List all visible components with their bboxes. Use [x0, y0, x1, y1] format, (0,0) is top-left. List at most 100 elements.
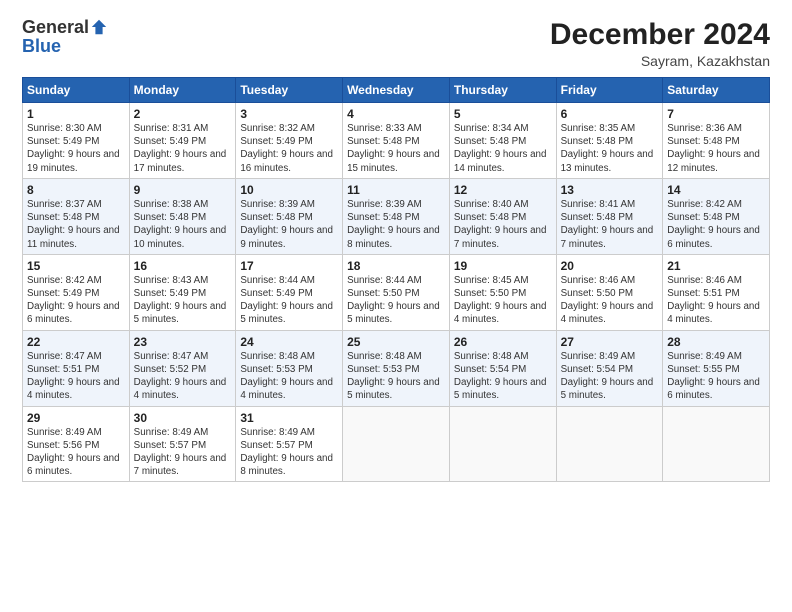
calendar-cell: 10Sunrise: 8:39 AMSunset: 5:48 PMDayligh…: [236, 178, 343, 254]
logo: General Blue: [22, 18, 108, 57]
calendar-cell: 15Sunrise: 8:42 AMSunset: 5:49 PMDayligh…: [23, 254, 130, 330]
day-info: Sunrise: 8:46 AMSunset: 5:50 PMDaylight:…: [561, 274, 659, 327]
day-number: 7: [667, 107, 765, 121]
calendar-week-row: 1Sunrise: 8:30 AMSunset: 5:49 PMDaylight…: [23, 103, 770, 179]
calendar-cell: 19Sunrise: 8:45 AMSunset: 5:50 PMDayligh…: [449, 254, 556, 330]
main-title: December 2024: [550, 18, 770, 51]
day-info: Sunrise: 8:36 AMSunset: 5:48 PMDaylight:…: [667, 122, 765, 175]
day-number: 11: [347, 183, 445, 197]
calendar-cell: 20Sunrise: 8:46 AMSunset: 5:50 PMDayligh…: [556, 254, 663, 330]
calendar-cell: 1Sunrise: 8:30 AMSunset: 5:49 PMDaylight…: [23, 103, 130, 179]
day-info: Sunrise: 8:39 AMSunset: 5:48 PMDaylight:…: [240, 198, 338, 251]
subtitle: Sayram, Kazakhstan: [550, 53, 770, 69]
calendar: SundayMondayTuesdayWednesdayThursdayFrid…: [22, 77, 770, 482]
day-info: Sunrise: 8:33 AMSunset: 5:48 PMDaylight:…: [347, 122, 445, 175]
calendar-cell: [449, 406, 556, 482]
day-number: 10: [240, 183, 338, 197]
day-info: Sunrise: 8:41 AMSunset: 5:48 PMDaylight:…: [561, 198, 659, 251]
calendar-day-header: Monday: [129, 78, 236, 103]
day-number: 31: [240, 411, 338, 425]
calendar-body: 1Sunrise: 8:30 AMSunset: 5:49 PMDaylight…: [23, 103, 770, 482]
day-number: 25: [347, 335, 445, 349]
day-info: Sunrise: 8:43 AMSunset: 5:49 PMDaylight:…: [134, 274, 232, 327]
calendar-cell: 11Sunrise: 8:39 AMSunset: 5:48 PMDayligh…: [343, 178, 450, 254]
calendar-cell: 3Sunrise: 8:32 AMSunset: 5:49 PMDaylight…: [236, 103, 343, 179]
calendar-cell: 17Sunrise: 8:44 AMSunset: 5:49 PMDayligh…: [236, 254, 343, 330]
day-info: Sunrise: 8:47 AMSunset: 5:52 PMDaylight:…: [134, 350, 232, 403]
day-info: Sunrise: 8:38 AMSunset: 5:48 PMDaylight:…: [134, 198, 232, 251]
day-info: Sunrise: 8:45 AMSunset: 5:50 PMDaylight:…: [454, 274, 552, 327]
day-info: Sunrise: 8:47 AMSunset: 5:51 PMDaylight:…: [27, 350, 125, 403]
logo-blue-text: Blue: [22, 36, 61, 57]
day-number: 14: [667, 183, 765, 197]
day-number: 9: [134, 183, 232, 197]
page: General Blue December 2024 Sayram, Kazak…: [0, 0, 792, 612]
calendar-cell: 13Sunrise: 8:41 AMSunset: 5:48 PMDayligh…: [556, 178, 663, 254]
day-number: 2: [134, 107, 232, 121]
day-info: Sunrise: 8:34 AMSunset: 5:48 PMDaylight:…: [454, 122, 552, 175]
calendar-cell: 16Sunrise: 8:43 AMSunset: 5:49 PMDayligh…: [129, 254, 236, 330]
calendar-day-header: Tuesday: [236, 78, 343, 103]
calendar-day-header: Friday: [556, 78, 663, 103]
day-info: Sunrise: 8:44 AMSunset: 5:50 PMDaylight:…: [347, 274, 445, 327]
day-number: 23: [134, 335, 232, 349]
calendar-cell: 27Sunrise: 8:49 AMSunset: 5:54 PMDayligh…: [556, 330, 663, 406]
day-number: 18: [347, 259, 445, 273]
calendar-cell: 29Sunrise: 8:49 AMSunset: 5:56 PMDayligh…: [23, 406, 130, 482]
calendar-cell: 2Sunrise: 8:31 AMSunset: 5:49 PMDaylight…: [129, 103, 236, 179]
calendar-cell: [556, 406, 663, 482]
calendar-week-row: 8Sunrise: 8:37 AMSunset: 5:48 PMDaylight…: [23, 178, 770, 254]
calendar-cell: 28Sunrise: 8:49 AMSunset: 5:55 PMDayligh…: [663, 330, 770, 406]
calendar-cell: 22Sunrise: 8:47 AMSunset: 5:51 PMDayligh…: [23, 330, 130, 406]
day-info: Sunrise: 8:48 AMSunset: 5:54 PMDaylight:…: [454, 350, 552, 403]
calendar-cell: 24Sunrise: 8:48 AMSunset: 5:53 PMDayligh…: [236, 330, 343, 406]
day-number: 3: [240, 107, 338, 121]
day-info: Sunrise: 8:48 AMSunset: 5:53 PMDaylight:…: [347, 350, 445, 403]
day-number: 4: [347, 107, 445, 121]
calendar-cell: 8Sunrise: 8:37 AMSunset: 5:48 PMDaylight…: [23, 178, 130, 254]
calendar-cell: 25Sunrise: 8:48 AMSunset: 5:53 PMDayligh…: [343, 330, 450, 406]
day-info: Sunrise: 8:49 AMSunset: 5:54 PMDaylight:…: [561, 350, 659, 403]
day-number: 22: [27, 335, 125, 349]
day-info: Sunrise: 8:31 AMSunset: 5:49 PMDaylight:…: [134, 122, 232, 175]
day-number: 16: [134, 259, 232, 273]
day-number: 21: [667, 259, 765, 273]
calendar-cell: 4Sunrise: 8:33 AMSunset: 5:48 PMDaylight…: [343, 103, 450, 179]
day-info: Sunrise: 8:49 AMSunset: 5:57 PMDaylight:…: [240, 426, 338, 479]
day-number: 15: [27, 259, 125, 273]
calendar-cell: 14Sunrise: 8:42 AMSunset: 5:48 PMDayligh…: [663, 178, 770, 254]
calendar-cell: 30Sunrise: 8:49 AMSunset: 5:57 PMDayligh…: [129, 406, 236, 482]
day-info: Sunrise: 8:30 AMSunset: 5:49 PMDaylight:…: [27, 122, 125, 175]
calendar-day-header: Thursday: [449, 78, 556, 103]
calendar-cell: 18Sunrise: 8:44 AMSunset: 5:50 PMDayligh…: [343, 254, 450, 330]
calendar-day-header: Wednesday: [343, 78, 450, 103]
calendar-week-row: 15Sunrise: 8:42 AMSunset: 5:49 PMDayligh…: [23, 254, 770, 330]
calendar-cell: 12Sunrise: 8:40 AMSunset: 5:48 PMDayligh…: [449, 178, 556, 254]
calendar-day-header: Saturday: [663, 78, 770, 103]
day-number: 1: [27, 107, 125, 121]
header: General Blue December 2024 Sayram, Kazak…: [22, 18, 770, 69]
day-number: 19: [454, 259, 552, 273]
calendar-cell: 31Sunrise: 8:49 AMSunset: 5:57 PMDayligh…: [236, 406, 343, 482]
day-number: 30: [134, 411, 232, 425]
day-number: 17: [240, 259, 338, 273]
calendar-cell: 6Sunrise: 8:35 AMSunset: 5:48 PMDaylight…: [556, 103, 663, 179]
day-number: 26: [454, 335, 552, 349]
day-info: Sunrise: 8:49 AMSunset: 5:55 PMDaylight:…: [667, 350, 765, 403]
day-number: 24: [240, 335, 338, 349]
logo-icon: [90, 18, 108, 36]
calendar-day-header: Sunday: [23, 78, 130, 103]
calendar-cell: [663, 406, 770, 482]
calendar-cell: 21Sunrise: 8:46 AMSunset: 5:51 PMDayligh…: [663, 254, 770, 330]
day-info: Sunrise: 8:39 AMSunset: 5:48 PMDaylight:…: [347, 198, 445, 251]
calendar-week-row: 29Sunrise: 8:49 AMSunset: 5:56 PMDayligh…: [23, 406, 770, 482]
day-number: 6: [561, 107, 659, 121]
logo-general: General: [22, 18, 89, 36]
day-info: Sunrise: 8:42 AMSunset: 5:48 PMDaylight:…: [667, 198, 765, 251]
day-number: 8: [27, 183, 125, 197]
calendar-week-row: 22Sunrise: 8:47 AMSunset: 5:51 PMDayligh…: [23, 330, 770, 406]
day-number: 5: [454, 107, 552, 121]
day-info: Sunrise: 8:32 AMSunset: 5:49 PMDaylight:…: [240, 122, 338, 175]
day-info: Sunrise: 8:49 AMSunset: 5:57 PMDaylight:…: [134, 426, 232, 479]
day-info: Sunrise: 8:46 AMSunset: 5:51 PMDaylight:…: [667, 274, 765, 327]
